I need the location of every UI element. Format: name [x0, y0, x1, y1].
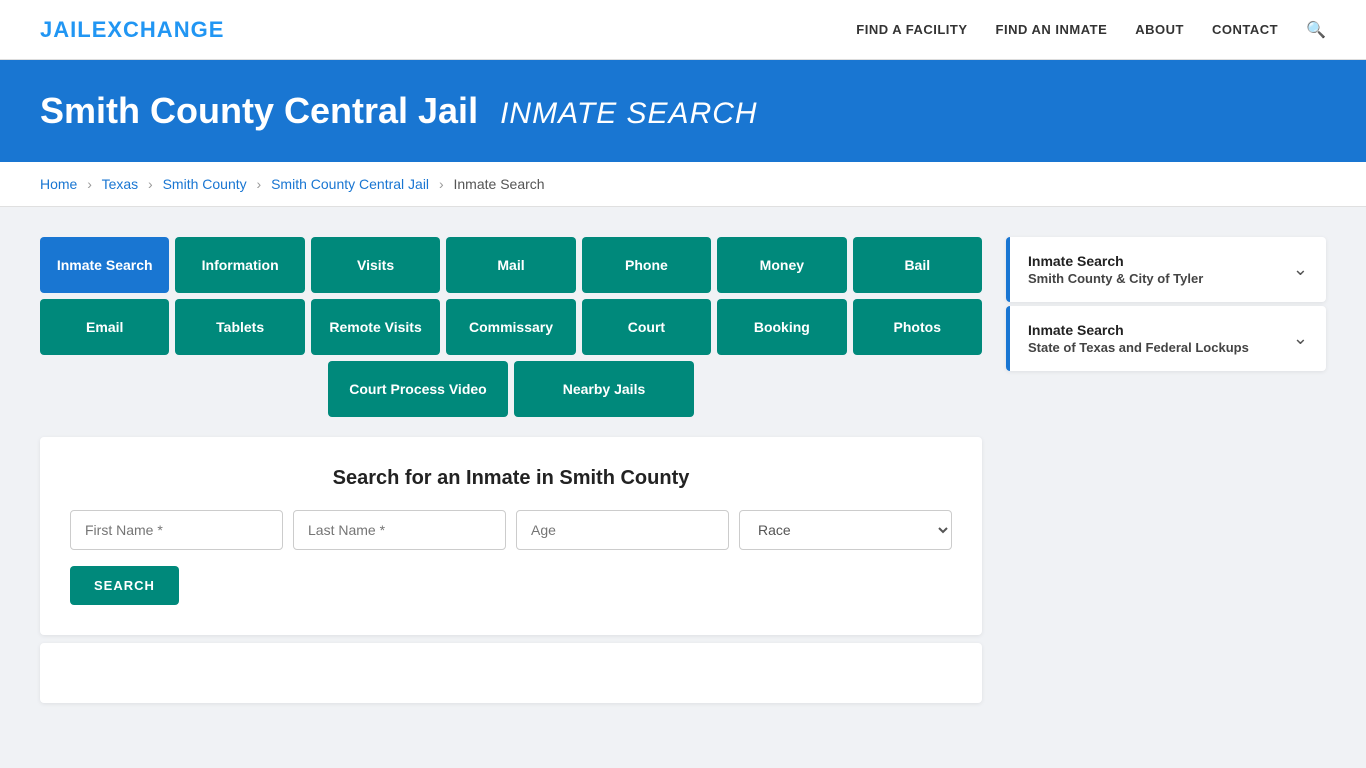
sidebar-card-bottom-1: State of Texas and Federal Lockups: [1028, 340, 1249, 355]
hero-banner: Smith County Central Jail INMATE SEARCH: [0, 60, 1366, 162]
nav-btn-commissary[interactable]: Commissary: [446, 299, 575, 355]
search-box-extra: [40, 643, 982, 703]
breadcrumb-texas[interactable]: Texas: [102, 176, 139, 192]
page-title: Smith County Central Jail INMATE SEARCH: [40, 90, 1326, 132]
main-nav: FIND A FACILITY FIND AN INMATE ABOUT CON…: [856, 20, 1326, 40]
search-button[interactable]: SEARCH: [70, 566, 179, 605]
chevron-down-icon-1: ⌄: [1293, 328, 1308, 349]
nav-btn-bail[interactable]: Bail: [853, 237, 982, 293]
nav-btn-email[interactable]: Email: [40, 299, 169, 355]
sidebar: Inmate Search Smith County & City of Tyl…: [1006, 237, 1326, 375]
logo-exchange: EXCHANGE: [92, 17, 225, 42]
main-container: Inmate Search Information Visits Mail Ph…: [0, 207, 1366, 733]
nav-btn-money[interactable]: Money: [717, 237, 846, 293]
first-name-input[interactable]: [70, 510, 283, 550]
breadcrumb-jail[interactable]: Smith County Central Jail: [271, 176, 429, 192]
site-header: JAILEXCHANGE FIND A FACILITY FIND AN INM…: [0, 0, 1366, 60]
search-box: Search for an Inmate in Smith County Rac…: [40, 437, 982, 635]
age-input[interactable]: [516, 510, 729, 550]
breadcrumb-current: Inmate Search: [454, 176, 545, 192]
nav-find-facility[interactable]: FIND A FACILITY: [856, 22, 967, 37]
search-form-fields: Race White Black Hispanic Asian Other: [70, 510, 952, 550]
race-select[interactable]: Race White Black Hispanic Asian Other: [739, 510, 952, 550]
breadcrumb-smith-county[interactable]: Smith County: [163, 176, 247, 192]
sidebar-card-1: Inmate Search State of Texas and Federal…: [1006, 306, 1326, 371]
nav-find-inmate[interactable]: FIND AN INMATE: [996, 22, 1108, 37]
sidebar-card-top-1: Inmate Search: [1028, 322, 1249, 338]
nav-btn-remote-visits[interactable]: Remote Visits: [311, 299, 440, 355]
chevron-down-icon-0: ⌄: [1293, 259, 1308, 280]
nav-btn-phone[interactable]: Phone: [582, 237, 711, 293]
sidebar-card-header-1[interactable]: Inmate Search State of Texas and Federal…: [1006, 306, 1326, 371]
logo-jail: JAIL: [40, 17, 92, 42]
last-name-input[interactable]: [293, 510, 506, 550]
sidebar-card-top-0: Inmate Search: [1028, 253, 1203, 269]
nav-btn-mail[interactable]: Mail: [446, 237, 575, 293]
breadcrumb: Home › Texas › Smith County › Smith Coun…: [0, 162, 1366, 207]
nav-btn-inmate-search[interactable]: Inmate Search: [40, 237, 169, 293]
content-left: Inmate Search Information Visits Mail Ph…: [40, 237, 982, 703]
nav-btn-information[interactable]: Information: [175, 237, 304, 293]
sidebar-card-0: Inmate Search Smith County & City of Tyl…: [1006, 237, 1326, 302]
nav-btn-booking[interactable]: Booking: [717, 299, 846, 355]
nav-btn-court[interactable]: Court: [582, 299, 711, 355]
sidebar-card-header-0[interactable]: Inmate Search Smith County & City of Tyl…: [1006, 237, 1326, 302]
sidebar-card-bottom-0: Smith County & City of Tyler: [1028, 271, 1203, 286]
search-icon[interactable]: 🔍: [1306, 20, 1326, 40]
nav-buttons-row2: Email Tablets Remote Visits Commissary C…: [40, 299, 982, 355]
breadcrumb-home[interactable]: Home: [40, 176, 77, 192]
nav-btn-photos[interactable]: Photos: [853, 299, 982, 355]
nav-btn-tablets[interactable]: Tablets: [175, 299, 304, 355]
nav-btn-court-process-video[interactable]: Court Process Video: [328, 361, 508, 417]
nav-buttons-row3: Court Process Video Nearby Jails: [40, 361, 982, 417]
search-form-title: Search for an Inmate in Smith County: [70, 467, 952, 490]
nav-btn-nearby-jails[interactable]: Nearby Jails: [514, 361, 694, 417]
nav-buttons-row1: Inmate Search Information Visits Mail Ph…: [40, 237, 982, 293]
nav-btn-visits[interactable]: Visits: [311, 237, 440, 293]
nav-contact[interactable]: CONTACT: [1212, 22, 1278, 37]
nav-about[interactable]: ABOUT: [1135, 22, 1184, 37]
site-logo[interactable]: JAILEXCHANGE: [40, 17, 224, 43]
